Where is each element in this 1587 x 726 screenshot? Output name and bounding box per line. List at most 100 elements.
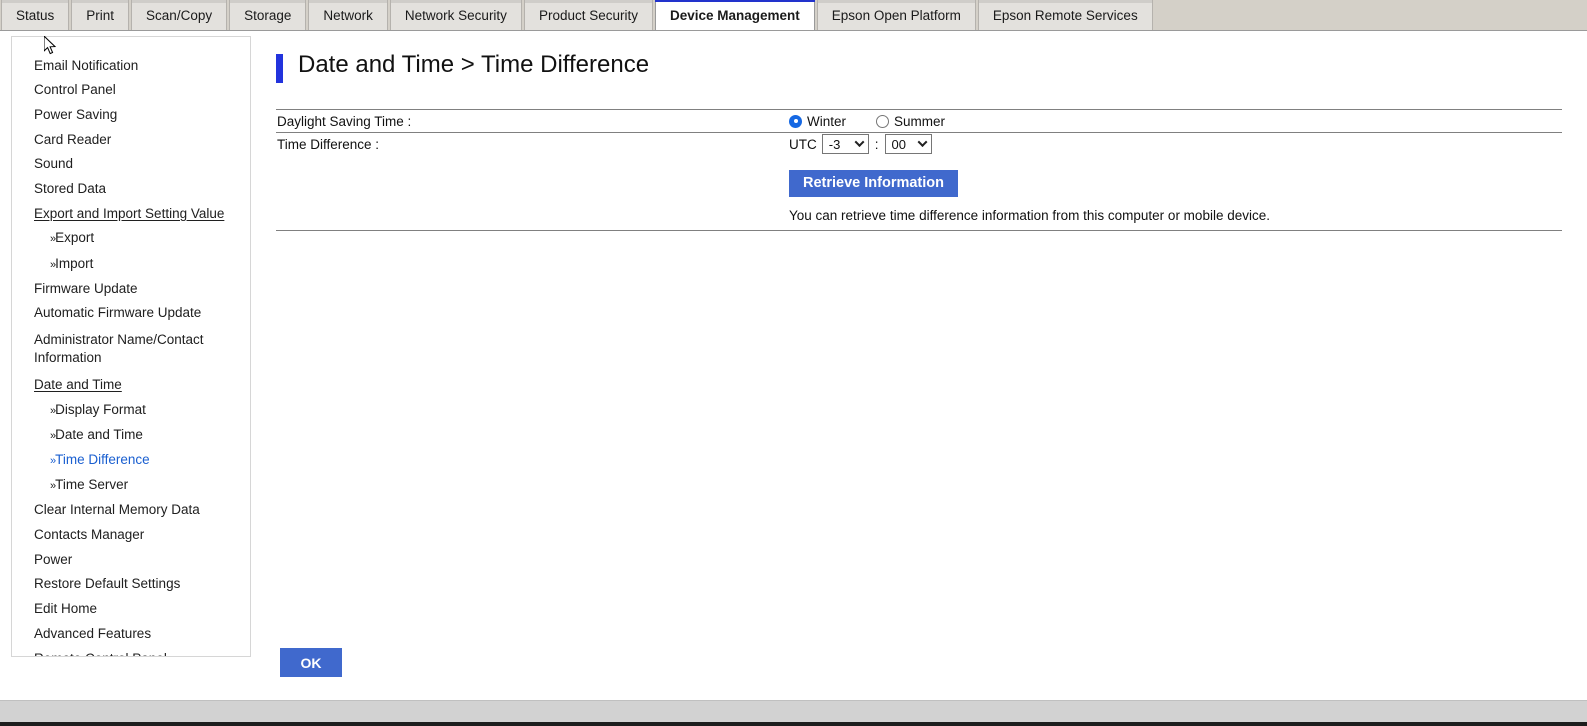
- tab-label: Epson Open Platform: [832, 9, 961, 23]
- content-area: Date and Time > Time Difference Daylight…: [276, 31, 1564, 231]
- main-tab-bar: Status Print Scan/Copy Storage Network Networ…: [0, 0, 1587, 31]
- sidebar-item-time-difference[interactable]: »Time Difference: [12, 447, 250, 472]
- sidebar-item-administrator-name-contact-information[interactable]: Administrator Name/Contact Information: [12, 326, 250, 373]
- daylight-saving-time-controls: Winter Summer: [789, 114, 975, 129]
- retrieve-section: Retrieve Information You can retrieve ti…: [276, 155, 1562, 223]
- sidebar-item-label: Time Difference: [55, 452, 150, 467]
- sidebar-item-power-saving[interactable]: Power Saving: [12, 102, 250, 127]
- sidebar-item-restore-default-settings[interactable]: Restore Default Settings: [12, 572, 250, 597]
- sidebar-item-export-and-import-setting-value[interactable]: Export and Import Setting Value: [12, 201, 250, 226]
- title-accent-bar: [276, 54, 283, 83]
- sidebar-item-advanced-features[interactable]: Advanced Features: [12, 621, 250, 646]
- ok-button[interactable]: OK: [280, 648, 342, 677]
- retrieve-hint-text: You can retrieve time difference informa…: [789, 208, 1562, 223]
- window-bottom-edge: [0, 722, 1587, 726]
- sidebar-item-import[interactable]: »Import: [12, 251, 250, 276]
- sidebar-item-label: Control Panel: [34, 82, 116, 97]
- chevron-down-icon: [917, 138, 927, 148]
- tab-label: Status: [16, 9, 54, 23]
- sidebar-item-remote-control-panel[interactable]: Remote Control Panel: [12, 646, 250, 657]
- sidebar-item-label: Export and Import Setting Value: [34, 206, 224, 221]
- sidebar-item-email-notification[interactable]: Email Notification: [12, 53, 250, 78]
- tab-label: Scan/Copy: [146, 9, 212, 23]
- sidebar-item-label: Display Format: [55, 402, 146, 417]
- sidebar-item-label: Power Saving: [34, 107, 117, 122]
- tab-scan-copy[interactable]: Scan/Copy: [131, 1, 227, 30]
- tab-label: Epson Remote Services: [993, 9, 1138, 23]
- sidebar-item-label: Restore Default Settings: [34, 576, 180, 591]
- sidebar-item-clear-internal-memory-data[interactable]: Clear Internal Memory Data: [12, 498, 250, 523]
- sidebar-item-label: Clear Internal Memory Data: [34, 502, 200, 517]
- sidebar-item-power[interactable]: Power: [12, 547, 250, 572]
- sidebar-item-label: Date and Time: [55, 427, 143, 442]
- sidebar-item-date-and-time[interactable]: Date and Time: [12, 372, 250, 397]
- form-bottom-rule: [276, 230, 1562, 231]
- browser-page: Status Print Scan/Copy Storage Network Networ…: [0, 0, 1587, 726]
- sidebar-item-label: Import: [55, 256, 93, 271]
- time-difference-label: Time Difference :: [276, 137, 379, 152]
- sidebar-item-label: Email Notification: [34, 58, 138, 73]
- sidebar-item-label: Power: [34, 552, 72, 567]
- sidebar-item-label: Card Reader: [34, 132, 111, 147]
- sidebar-item-sound[interactable]: Sound: [12, 152, 250, 177]
- sidebar-item-label: Contacts Manager: [34, 527, 144, 542]
- daylight-saving-time-label: Daylight Saving Time :: [276, 114, 411, 129]
- time-difference-controls: UTC -3 : 00: [789, 134, 932, 154]
- page-title: Date and Time > Time Difference: [276, 52, 1564, 78]
- tab-device-management[interactable]: Device Management: [655, 0, 815, 30]
- status-footer: [0, 700, 1587, 722]
- sidebar-item-label: Automatic Firmware Update: [34, 305, 201, 320]
- tab-status[interactable]: Status: [1, 1, 69, 30]
- utc-hours-value: -3: [829, 137, 841, 152]
- settings-form: Daylight Saving Time : Winter Summer: [276, 109, 1562, 231]
- row-time-difference: Time Difference : UTC -3 : 00: [276, 132, 1562, 155]
- tab-epson-remote-services[interactable]: Epson Remote Services: [978, 1, 1153, 30]
- sidebar-item-label: Time Server: [55, 477, 128, 492]
- sidebar-item-display-format[interactable]: »Display Format: [12, 397, 250, 422]
- radio-winter-indicator[interactable]: [789, 115, 802, 128]
- sidebar-item-label: Administrator Name/Contact Information: [34, 332, 204, 365]
- sidebar-item-date-and-time[interactable]: »Date and Time: [12, 422, 250, 447]
- sidebar-item-control-panel[interactable]: Control Panel: [12, 78, 250, 103]
- page-body: Email Notification Control Panel Power Sav…: [0, 31, 1587, 700]
- row-daylight-saving-time: Daylight Saving Time : Winter Summer: [276, 109, 1562, 132]
- tab-print[interactable]: Print: [71, 1, 129, 30]
- tab-epson-open-platform[interactable]: Epson Open Platform: [817, 1, 976, 30]
- sidebar-item-edit-home[interactable]: Edit Home: [12, 597, 250, 622]
- tab-label: Network Security: [405, 9, 507, 23]
- radio-summer-label: Summer: [894, 114, 945, 129]
- tab-label: Network: [323, 9, 373, 23]
- radio-option-winter[interactable]: Winter: [789, 114, 846, 129]
- radio-option-summer[interactable]: Summer: [876, 114, 945, 129]
- utc-minutes-value: 00: [892, 137, 906, 152]
- tab-label: Device Management: [670, 9, 800, 23]
- tab-label: Product Security: [539, 9, 638, 23]
- retrieve-information-button[interactable]: Retrieve Information: [789, 170, 958, 197]
- radio-winter-label: Winter: [807, 114, 846, 129]
- tab-product-security[interactable]: Product Security: [524, 1, 653, 30]
- sidebar-item-label: Sound: [34, 156, 73, 171]
- sidebar-item-card-reader[interactable]: Card Reader: [12, 127, 250, 152]
- tab-label: Print: [86, 9, 114, 23]
- sidebar-item-contacts-manager[interactable]: Contacts Manager: [12, 523, 250, 548]
- sidebar-item-stored-data[interactable]: Stored Data: [12, 176, 250, 201]
- tab-network-security[interactable]: Network Security: [390, 1, 522, 30]
- tab-network[interactable]: Network: [308, 1, 388, 30]
- sidebar-nav: Email Notification Control Panel Power Sav…: [11, 36, 251, 657]
- sidebar-item-export[interactable]: »Export: [12, 226, 250, 251]
- sidebar-item-label: Stored Data: [34, 181, 106, 196]
- sidebar-item-firmware-update[interactable]: Firmware Update: [12, 276, 250, 301]
- time-separator: :: [875, 137, 879, 152]
- sidebar-item-label: Export: [55, 230, 94, 245]
- page-title-text: Date and Time > Time Difference: [298, 51, 649, 78]
- sidebar-item-label: Remote Control Panel: [34, 651, 167, 657]
- chevron-down-icon: [854, 138, 864, 148]
- utc-minutes-select[interactable]: 00: [885, 134, 932, 154]
- tab-storage[interactable]: Storage: [229, 1, 306, 30]
- sidebar-item-label: Edit Home: [34, 601, 97, 616]
- utc-hours-select[interactable]: -3: [822, 134, 869, 154]
- sidebar-item-label: Advanced Features: [34, 626, 151, 641]
- sidebar-item-automatic-firmware-update[interactable]: Automatic Firmware Update: [12, 301, 250, 326]
- radio-summer-indicator[interactable]: [876, 115, 889, 128]
- sidebar-item-time-server[interactable]: »Time Server: [12, 473, 250, 498]
